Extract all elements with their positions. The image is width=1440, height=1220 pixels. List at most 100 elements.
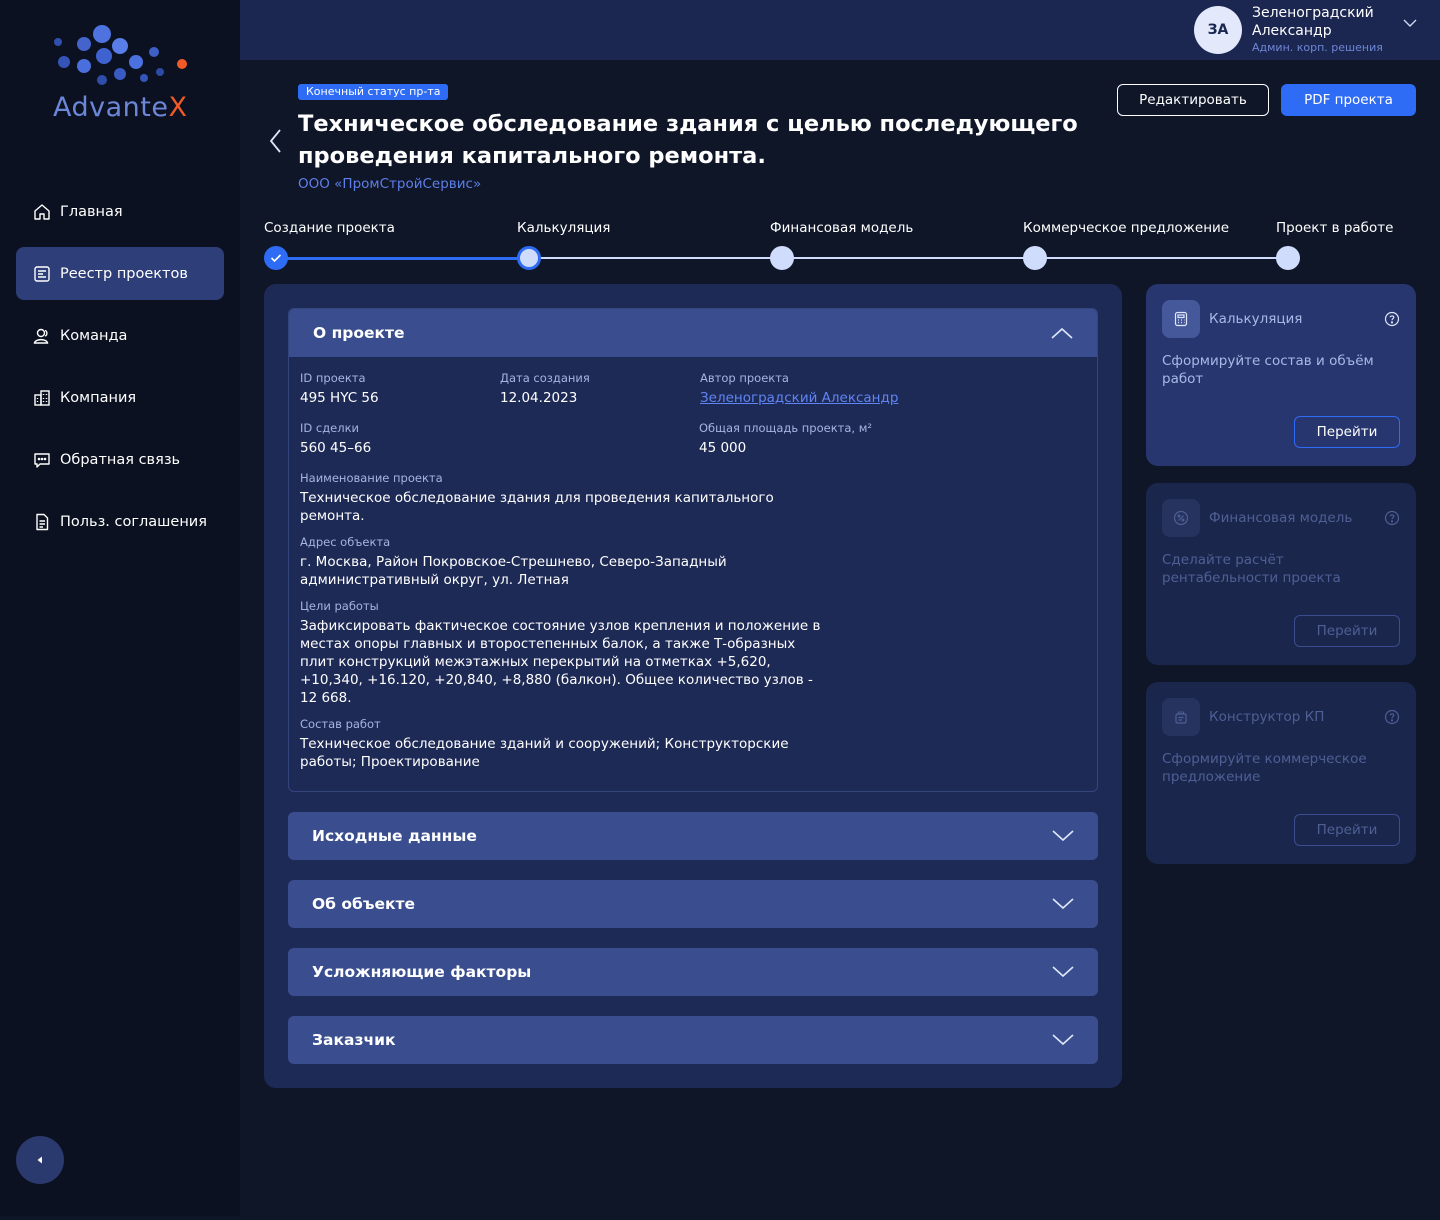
accordion-customer[interactable]: Заказчик — [288, 1016, 1098, 1064]
sidebar-item-label: Главная — [60, 203, 123, 220]
user-menu[interactable]: ЗА Зеленоградский Александр Админ. корп.… — [1194, 5, 1418, 54]
sidebar-item-label: Команда — [60, 327, 128, 344]
accordion-complicating-factors[interactable]: Усложняющие факторы — [288, 948, 1098, 996]
step-label-commercial-offer: Коммерческое предложение — [1023, 220, 1230, 236]
sidebar-item-label: Обратная связь — [60, 451, 181, 468]
chevron-down-icon — [1052, 1034, 1074, 1046]
pdf-button[interactable]: PDF проекта — [1281, 84, 1416, 116]
scope-value: Техническое обследование зданий и сооруж… — [300, 736, 789, 770]
card-title: Финансовая модель — [1209, 510, 1353, 526]
calculator-icon — [1162, 300, 1200, 338]
address-value: г. Москва, Район Покровское-Стрешнево, С… — [300, 554, 727, 588]
accordion-title: Исходные данные — [312, 827, 477, 845]
home-icon — [34, 203, 50, 220]
card-title: Калькуляция — [1209, 311, 1303, 327]
status-badge: Конечный статус пр-та — [298, 84, 449, 100]
step-label-financial-model: Финансовая модель — [770, 220, 914, 236]
project-id-value: 495 HYC 56 — [300, 390, 379, 406]
percent-icon — [1162, 499, 1200, 537]
stepper-remaining-line — [529, 257, 1288, 259]
chat-icon — [34, 452, 50, 468]
accordion-title: О проекте — [313, 324, 405, 342]
accordion-about-object[interactable]: Об объекте — [288, 880, 1098, 928]
accordion-header-about[interactable]: О проекте — [289, 309, 1097, 357]
card-calculation: Калькуляция Сформируйте состав и объём р… — [1146, 284, 1416, 466]
project-stepper: Создание проекта Калькуляция Финансовая … — [264, 220, 1416, 272]
help-icon[interactable] — [1384, 510, 1400, 526]
go-financial-model-button[interactable]: Перейти — [1294, 615, 1400, 647]
help-icon[interactable] — [1384, 709, 1400, 725]
field-label: Автор проекта — [700, 371, 789, 385]
sidebar-item-feedback[interactable]: Обратная связь — [16, 433, 224, 486]
field-label: Адрес объекта — [300, 535, 391, 549]
project-name-value: Техническое обследование здания для пров… — [300, 490, 774, 524]
document-icon — [36, 513, 49, 530]
chevron-down-icon — [1052, 830, 1074, 842]
sidebar-item-company[interactable]: Компания — [16, 371, 224, 424]
creation-date-value: 12.04.2023 — [500, 390, 578, 406]
chevron-down-icon — [1052, 966, 1074, 978]
step-label-creation: Создание проекта — [264, 220, 395, 236]
stepper-progress-line — [276, 257, 529, 260]
card-description: Сделайте расчёт рентабельности проекта — [1162, 552, 1341, 586]
chevron-up-icon — [1051, 327, 1073, 339]
user-name: Зеленоградский Александр — [1252, 5, 1374, 39]
field-label: Цели работы — [300, 599, 379, 613]
sidebar-nav: Главная Реестр проектов Команда Компания… — [16, 185, 224, 557]
user-info: Зеленоградский Александр Админ. корп. ре… — [1252, 5, 1398, 54]
chevron-down-icon — [1403, 19, 1417, 27]
step-label-calculation: Калькуляция — [517, 220, 611, 236]
sidebar-item-registry[interactable]: Реестр проектов — [16, 247, 224, 300]
step-dot-creation[interactable] — [264, 246, 288, 270]
edit-button[interactable]: Редактировать — [1117, 84, 1269, 116]
accordion-title: Об объекте — [312, 895, 416, 913]
top-bar: ЗА Зеленоградский Александр Админ. корп.… — [240, 0, 1440, 60]
company-name: ООО «ПромСтройСервис» — [298, 176, 482, 192]
card-description: Сформируйте коммерческое предложение — [1162, 751, 1367, 785]
field-label: ID сделки — [300, 421, 360, 435]
step-dot-in-progress[interactable] — [1276, 246, 1300, 270]
brand-name-accent: X — [168, 92, 188, 123]
project-details-panel: О проекте ID проекта 495 HYC 56 Дата соз… — [264, 284, 1122, 1088]
field-label: ID проекта — [300, 371, 366, 385]
step-dot-commercial-offer[interactable] — [1023, 246, 1047, 270]
go-offer-builder-button[interactable]: Перейти — [1294, 814, 1400, 846]
accordion-about-project: О проекте ID проекта 495 HYC 56 Дата соз… — [288, 308, 1098, 792]
chevron-down-icon — [1052, 898, 1074, 910]
go-calculation-button[interactable]: Перейти — [1294, 416, 1400, 448]
sidebar-item-home[interactable]: Главная — [16, 185, 224, 238]
accordion-initial-data[interactable]: Исходные данные — [288, 812, 1098, 860]
brand-wordmark: AdvanteX — [53, 92, 187, 123]
sidebar-item-label: Польз. соглашения — [60, 513, 207, 530]
back-arrow-icon[interactable] — [266, 128, 286, 154]
card-financial-model: Финансовая модель Сделайте расчёт рентаб… — [1146, 483, 1416, 665]
field-label: Дата создания — [500, 371, 590, 385]
check-icon — [270, 254, 282, 263]
card-offer-builder: Конструктор КП Сформируйте коммерческое … — [1146, 682, 1416, 864]
sidebar-item-label: Реестр проектов — [60, 265, 188, 282]
sidebar-item-team[interactable]: Команда — [16, 309, 224, 362]
sidebar-item-label: Компания — [60, 389, 137, 406]
avatar: ЗА — [1194, 5, 1242, 54]
accordion-title: Заказчик — [312, 1031, 396, 1049]
step-dot-financial-model[interactable] — [770, 246, 794, 270]
collapse-sidebar-button[interactable] — [16, 1136, 64, 1184]
accordion-title: Усложняющие факторы — [312, 963, 532, 981]
user-role: Админ. корп. решения — [1252, 41, 1383, 54]
building-icon — [34, 389, 50, 406]
sidebar: AdvanteX Главная Реестр проектов Команда… — [0, 0, 240, 1216]
goals-value: Зафиксировать фактическое состояние узло… — [300, 618, 821, 706]
field-label: Состав работ — [300, 717, 381, 731]
author-link[interactable]: Зеленоградский Александр — [700, 390, 898, 406]
help-icon[interactable] — [1384, 311, 1400, 327]
step-dot-calculation[interactable] — [517, 246, 541, 270]
registry-icon — [34, 265, 50, 282]
field-label: Общая площадь проекта, м² — [699, 421, 872, 435]
accordion-body-about: ID проекта 495 HYC 56 Дата создания 12.0… — [289, 357, 1097, 771]
sidebar-item-agreements[interactable]: Польз. соглашения — [16, 495, 224, 548]
deal-id-value: 560 45–66 — [300, 440, 372, 456]
team-icon — [33, 328, 49, 344]
page-title: Техническое обследование здания с целью … — [298, 111, 1078, 169]
offer-builder-icon — [1162, 698, 1200, 736]
field-label: Наименование проекта — [300, 471, 443, 485]
